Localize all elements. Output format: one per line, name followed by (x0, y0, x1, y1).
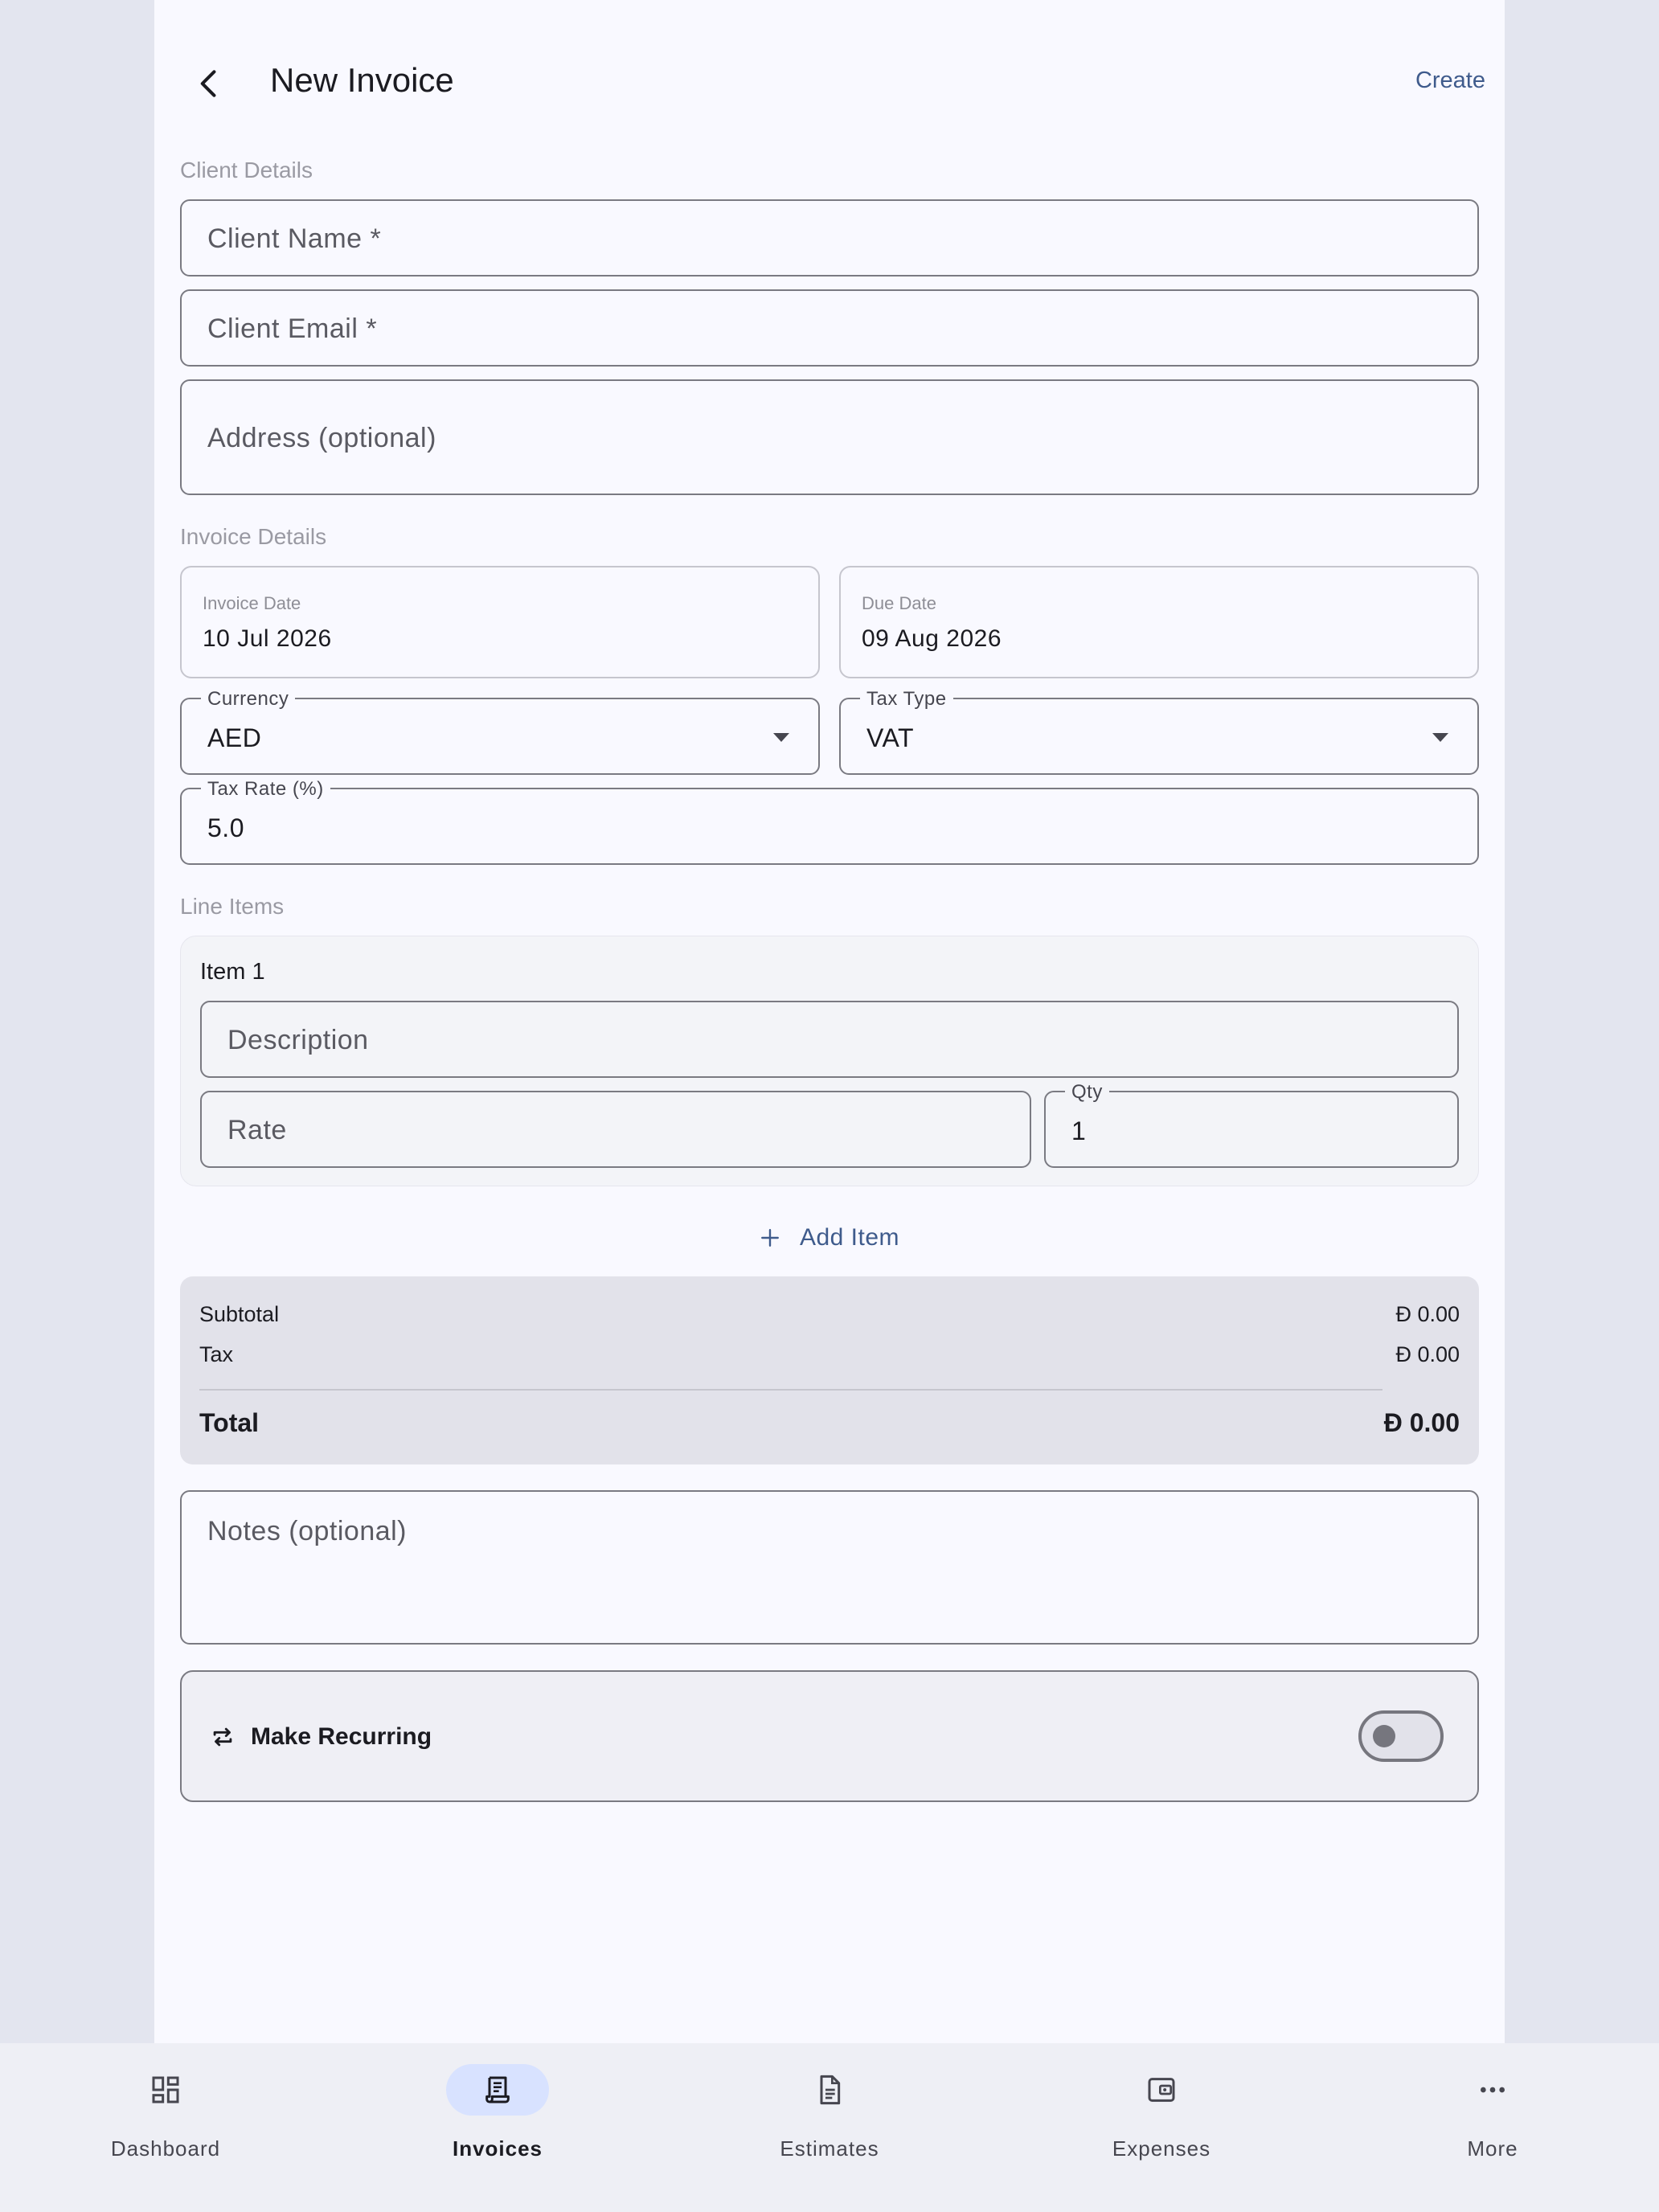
nav-invoices[interactable]: Invoices (401, 2064, 594, 2193)
tax-type-label: Tax Type (860, 688, 953, 711)
invoice-date-value: 10 Jul 2026 (203, 625, 332, 652)
nav-more-label: More (1467, 2136, 1518, 2161)
arrow-back-icon (200, 70, 216, 97)
tax-type-value: VAT (866, 723, 914, 752)
document-icon (820, 2075, 841, 2105)
toggle-knob (1373, 1725, 1395, 1747)
total-label: Total (199, 1408, 260, 1437)
qty-value: 1 (1071, 1116, 1087, 1145)
client-name-placeholder: Client Name * (207, 223, 382, 254)
nav-estimates-indicator (778, 2064, 881, 2116)
plus-icon (761, 1229, 779, 1247)
subtotal-label: Subtotal (199, 1302, 280, 1326)
nav-more-indicator (1441, 2064, 1544, 2116)
line-items-heading: Line Items (180, 894, 285, 919)
tax-rate-label: Tax Rate (%) (201, 778, 330, 801)
bottom-navigation-bar: Dashboard Invoices Estimates Expenses Mo… (0, 2043, 1659, 2212)
create-button[interactable]: Create (1415, 68, 1485, 94)
invoice-details-heading: Invoice Details (180, 524, 327, 549)
description-placeholder: Description (227, 1025, 369, 1055)
nav-invoices-label: Invoices (452, 2136, 543, 2161)
client-email-placeholder: Client Email * (207, 313, 378, 344)
tax-value: Đ 0.00 (1395, 1342, 1460, 1366)
totals-summary: Subtotal Đ 0.00 Tax Đ 0.00 Total Đ 0.00 (180, 1276, 1479, 1464)
due-date-field[interactable]: Due Date 09 Aug 2026 (839, 566, 1479, 678)
receipt-icon (485, 2076, 510, 2103)
add-item-button[interactable]: Add Item (154, 1214, 1505, 1262)
back-button[interactable] (177, 51, 241, 116)
qty-label: Qty (1065, 1081, 1109, 1104)
total-value: Đ 0.00 (1383, 1408, 1460, 1437)
dashboard-icon (152, 2076, 179, 2103)
nav-dashboard[interactable]: Dashboard (69, 2064, 262, 2193)
invoice-date-label: Invoice Date (203, 593, 301, 613)
invoice-date-field[interactable]: Invoice Date 10 Jul 2026 (180, 566, 820, 678)
description-field[interactable]: Description (200, 1001, 1459, 1078)
total-row: Total Đ 0.00 (199, 1408, 1460, 1438)
wallet-icon (1148, 2078, 1175, 2102)
due-date-label: Due Date (862, 593, 936, 613)
totals-divider (199, 1389, 1382, 1391)
recurring-card: Make Recurring (180, 1670, 1479, 1802)
nav-invoices-indicator (446, 2064, 549, 2116)
rate-field[interactable]: Rate (200, 1091, 1031, 1168)
qty-field[interactable]: Qty 1 (1044, 1081, 1459, 1168)
nav-estimates-label: Estimates (780, 2136, 879, 2161)
page-title: New Invoice (270, 61, 454, 99)
nav-expenses-label: Expenses (1112, 2136, 1211, 2161)
tax-rate-value: 5.0 (207, 813, 244, 842)
currency-select[interactable]: Currency AED (180, 688, 820, 775)
tax-label: Tax (199, 1342, 234, 1366)
currency-value: AED (207, 723, 262, 752)
nav-dashboard-label: Dashboard (110, 2136, 221, 2161)
client-email-field[interactable]: Client Email * (180, 289, 1479, 367)
nav-expenses[interactable]: Expenses (1065, 2064, 1258, 2193)
recurring-label: Make Recurring (251, 1723, 432, 1750)
invoice-form-page: New Invoice Create Client Details Client… (154, 0, 1505, 2043)
address-field[interactable]: Address (optional) (180, 379, 1479, 495)
line-item-title: Item 1 (200, 959, 265, 985)
rate-placeholder: Rate (227, 1115, 287, 1145)
notes-field[interactable]: Notes (optional) (180, 1490, 1479, 1645)
nav-dashboard-indicator (114, 2064, 217, 2116)
dropdown-arrow-icon (1432, 733, 1448, 742)
client-details-heading: Client Details (180, 158, 313, 182)
subtotal-row: Subtotal Đ 0.00 (199, 1302, 1460, 1327)
nav-estimates[interactable]: Estimates (733, 2064, 926, 2193)
currency-label: Currency (201, 688, 296, 711)
nav-expenses-indicator (1110, 2064, 1213, 2116)
top-app-bar: New Invoice Create (154, 0, 1505, 169)
tax-rate-field[interactable]: Tax Rate (%) 5.0 (180, 778, 1479, 865)
address-placeholder: Address (optional) (207, 423, 436, 453)
client-name-field[interactable]: Client Name * (180, 199, 1479, 276)
due-date-value: 09 Aug 2026 (862, 625, 1002, 652)
add-item-label: Add Item (799, 1224, 900, 1251)
recurring-toggle[interactable] (1358, 1710, 1444, 1762)
nav-more[interactable]: More (1396, 2064, 1589, 2193)
tax-type-select[interactable]: Tax Type VAT (839, 688, 1479, 775)
line-item-card: Item 1 Description Rate Qty 1 (180, 936, 1479, 1186)
notes-placeholder: Notes (optional) (207, 1516, 408, 1546)
dropdown-arrow-icon (773, 733, 789, 742)
repeat-icon (213, 1727, 232, 1747)
more-horizontal-icon (1481, 2087, 1505, 2093)
tax-row: Tax Đ 0.00 (199, 1342, 1460, 1367)
subtotal-value: Đ 0.00 (1395, 1302, 1460, 1326)
